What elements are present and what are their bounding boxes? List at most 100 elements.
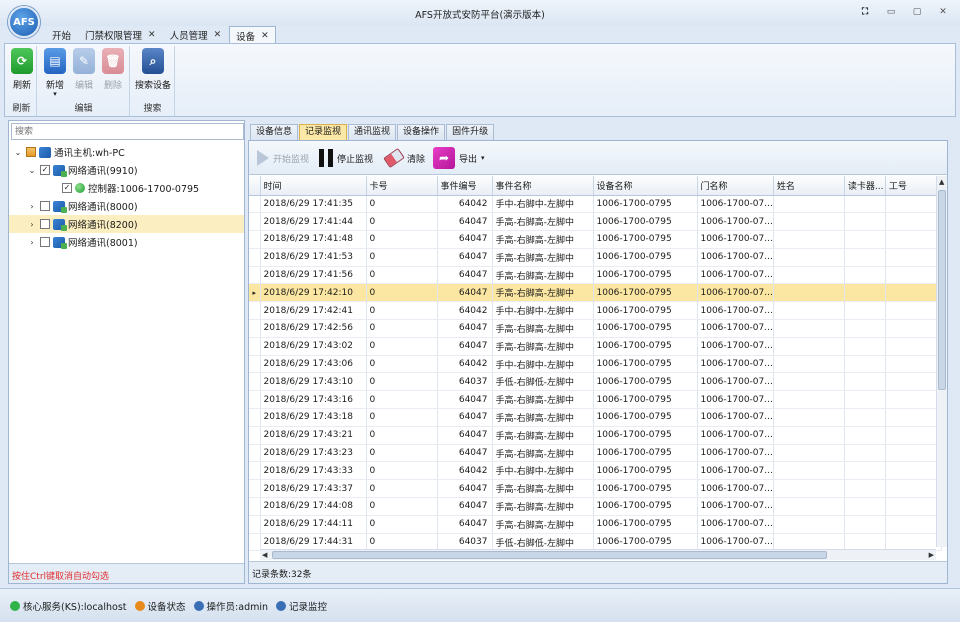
export-button[interactable]: ➦ 导出 ▾ [433, 147, 485, 169]
chevron-down-icon[interactable]: ⌄ [27, 166, 37, 175]
table-cell: 手高-右脚高-左脚中 [492, 479, 594, 499]
table-row[interactable]: 2018/6/29 17:41:53 0 64047 手高-右脚高-左脚中 1006-1… [249, 248, 942, 267]
minimize-button[interactable]: ▭ [884, 6, 898, 18]
table-cell: 1006-1700-0795 [593, 461, 698, 481]
tree-checkbox[interactable] [40, 219, 50, 229]
table-cell [844, 230, 886, 249]
edit-button[interactable]: ✎ 编辑 [69, 48, 99, 91]
tree-checkbox[interactable] [40, 237, 50, 247]
column-header[interactable]: 读卡器... [844, 176, 886, 196]
column-header[interactable]: 姓名 [773, 176, 845, 196]
expand-icon[interactable]: ⛶ [858, 6, 872, 18]
table-row[interactable]: 2018/6/29 17:43:10 0 64037 手低-右脚低-左脚中 1006-1… [249, 372, 942, 392]
doc-tab[interactable]: 设备 ✕ [229, 26, 276, 44]
close-icon[interactable]: ✕ [148, 30, 156, 40]
ribbon: ⟳ 刷新 刷新 ▤ 新增 ▾ ✎ 编辑 🗑 删除 编辑 ⌕ 搜索设备 搜索 [4, 43, 956, 117]
close-button[interactable]: ✕ [936, 6, 950, 18]
table-cell: 0 [366, 248, 438, 267]
horizontal-scrollbar[interactable]: ◀ ▶ [260, 549, 936, 560]
tree-checkbox[interactable] [40, 201, 50, 211]
delete-button[interactable]: 🗑 删除 [98, 48, 128, 91]
tree-node[interactable]: › 网络通讯(8200) [9, 215, 244, 233]
doc-tab[interactable]: 门禁权限管理 ✕ [79, 26, 162, 44]
doc-tab[interactable]: 人员管理 ✕ [164, 26, 228, 44]
table-row[interactable]: ▸ 2018/6/29 17:42:10 0 64047 手高-右脚高-左脚中 1006-… [249, 283, 942, 303]
column-header[interactable]: 卡号 [366, 176, 438, 196]
add-dropdown-arrow[interactable]: ▾ [40, 91, 70, 98]
tree-node[interactable]: › 网络通讯(8000) [27, 197, 138, 215]
chevron-right-icon[interactable]: › [27, 220, 37, 229]
table-row[interactable]: 2018/6/29 17:43:23 0 64047 手高-右脚高-左脚中 1006-1… [249, 444, 942, 463]
column-header[interactable]: 设备名称 [593, 176, 698, 196]
tree-node[interactable]: ✓ 控制器:1006-1700-0795 [49, 179, 199, 197]
scroll-right-icon[interactable]: ▶ [929, 551, 934, 559]
vertical-scrollbar[interactable]: ▲ [936, 176, 947, 547]
table-row[interactable]: 2018/6/29 17:41:48 0 64047 手高-右脚高-左脚中 1006-1… [249, 230, 942, 249]
table-cell [773, 195, 845, 214]
scroll-left-icon[interactable]: ◀ [262, 551, 267, 559]
chevron-down-icon[interactable]: ⌄ [13, 148, 23, 157]
vertical-scroll-thumb[interactable] [938, 190, 946, 390]
chevron-right-icon[interactable]: › [27, 202, 37, 211]
tree-node[interactable]: › 网络通讯(8001) [27, 233, 138, 251]
status-bar: 核心服务(KS):localhost 设备状态 操作员:admin 记录监控 [0, 588, 960, 622]
detail-tab[interactable]: 通讯监视 [348, 124, 397, 140]
table-row[interactable]: 2018/6/29 17:43:06 0 64042 手中-右脚中-左脚中 1006-1… [249, 355, 942, 374]
table-cell: 手高-右脚高-左脚中 [492, 212, 594, 232]
table-row[interactable]: 2018/6/29 17:41:35 0 64042 手中-右脚中-左脚中 1006-1… [249, 195, 942, 214]
detail-tab[interactable]: 设备信息 [250, 124, 299, 140]
ribbon-group-refresh: ⟳ 刷新 刷新 [7, 46, 37, 116]
status-item: 核心服务(KS):localhost [10, 599, 127, 613]
stop-monitor-button[interactable]: 停止监视 [319, 147, 373, 169]
doc-tab[interactable]: 开始 [46, 26, 77, 44]
table-cell [773, 212, 845, 232]
chevron-down-icon[interactable]: ▾ [481, 154, 485, 162]
table-cell: 2018/6/29 17:42:10 [260, 283, 367, 303]
eraser-icon [383, 147, 405, 169]
tree-node[interactable]: ⌄ ✓ 网络通讯(9910) [27, 161, 138, 179]
table-row[interactable]: 2018/6/29 17:42:56 0 64047 手高-右脚高-左脚中 1006-1… [249, 319, 942, 338]
close-icon[interactable]: ✕ [214, 30, 222, 40]
tree-checkbox[interactable] [26, 147, 36, 157]
table-row[interactable]: 2018/6/29 17:43:18 0 64047 手高-右脚高-左脚中 1006-1… [249, 408, 942, 427]
table-row[interactable]: 2018/6/29 17:41:56 0 64047 手高-右脚高-左脚中 1006-1… [249, 266, 942, 285]
column-header[interactable]: 事件编号 [437, 176, 493, 196]
refresh-button[interactable]: ⟳ 刷新 [7, 48, 37, 91]
column-header[interactable]: 事件名称 [492, 176, 594, 196]
close-icon[interactable]: ✕ [261, 31, 269, 41]
table-row[interactable]: 2018/6/29 17:43:02 0 64047 手高-右脚高-左脚中 1006-1… [249, 337, 942, 356]
column-header[interactable]: 工号 [885, 176, 942, 196]
app-logo[interactable]: AFS [8, 6, 40, 38]
scroll-up-icon[interactable]: ▲ [939, 178, 944, 186]
maximize-button[interactable]: ▢ [910, 6, 924, 18]
detail-tab[interactable]: 记录监视 [299, 124, 348, 140]
table-cell [773, 497, 845, 516]
table-row[interactable]: 2018/6/29 17:43:21 0 64047 手高-右脚高-左脚中 1006-1… [249, 426, 942, 445]
tree-checkbox[interactable]: ✓ [62, 183, 72, 193]
search-input[interactable] [11, 123, 244, 140]
search-device-button[interactable]: ⌕ 搜索设备 [133, 48, 173, 91]
table-cell [844, 479, 886, 499]
table-row[interactable]: 2018/6/29 17:42:41 0 64042 手中-右脚中-左脚中 1006-1… [249, 301, 942, 321]
table-cell: 1006-1700-07... [697, 266, 774, 285]
table-row[interactable]: 2018/6/29 17:43:37 0 64047 手高-右脚高-左脚中 1006-1… [249, 479, 942, 499]
table-row[interactable]: 2018/6/29 17:43:16 0 64047 手高-右脚高-左脚中 1006-1… [249, 390, 942, 410]
start-monitor-button[interactable]: 开始监视 [257, 147, 309, 169]
table-cell: 手高-右脚高-左脚中 [492, 497, 594, 516]
tree-checkbox[interactable]: ✓ [40, 165, 50, 175]
table-row[interactable]: 2018/6/29 17:44:08 0 64047 手高-右脚高-左脚中 1006-1… [249, 497, 942, 516]
detail-tab[interactable]: 固件升级 [446, 124, 495, 140]
column-header[interactable]: 门名称 [697, 176, 774, 196]
add-button[interactable]: ▤ 新增 ▾ [40, 48, 70, 98]
detail-tab[interactable]: 设备操作 [397, 124, 446, 140]
column-header[interactable]: 时间 [260, 176, 367, 196]
horizontal-scroll-thumb[interactable] [272, 551, 827, 559]
table-row[interactable]: 2018/6/29 17:43:33 0 64042 手中-右脚中-左脚中 1006-1… [249, 461, 942, 481]
table-row[interactable]: 2018/6/29 17:41:44 0 64047 手高-右脚高-左脚中 1006-1… [249, 212, 942, 232]
chevron-right-icon[interactable]: › [27, 238, 37, 247]
table-row[interactable]: 2018/6/29 17:44:11 0 64047 手高-右脚高-左脚中 1006-1… [249, 515, 942, 534]
table-cell: 1006-1700-0795 [593, 212, 698, 232]
table-cell: 1006-1700-07... [697, 461, 774, 481]
tree-node[interactable]: ⌄ 通讯主机:wh-PC [13, 143, 125, 161]
clear-button[interactable]: 清除 [383, 147, 425, 169]
